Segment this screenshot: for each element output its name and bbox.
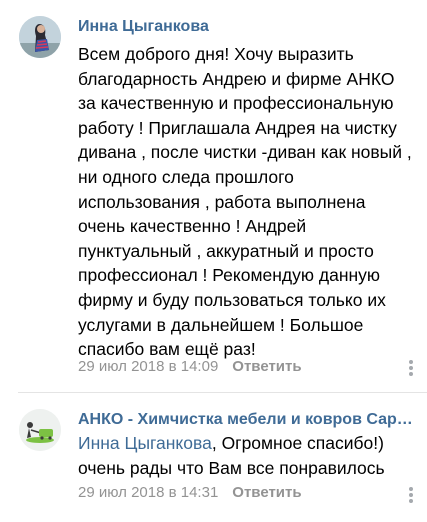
comment-meta: 29 июл 2018 в 14:31 Ответить xyxy=(78,484,302,501)
reply-button[interactable]: Ответить xyxy=(232,484,301,501)
comment-author[interactable]: АНКО - Химчистка мебели и ковров Сар… xyxy=(78,411,414,429)
comment-date: 29 июл 2018 в 14:31 xyxy=(78,484,219,501)
more-options-icon[interactable] xyxy=(407,358,415,378)
comment-item: Инна Цыганкова Всем доброго дня! Хочу вы… xyxy=(0,0,427,392)
reply-button[interactable]: Ответить xyxy=(232,358,301,375)
avatar[interactable] xyxy=(19,409,61,451)
comment-author[interactable]: Инна Цыганкова xyxy=(78,18,209,36)
comment-text: Инна Цыганкова, Огромное спасибо!) очень… xyxy=(78,431,414,480)
more-options-icon[interactable] xyxy=(407,485,415,505)
company-logo-icon xyxy=(19,409,61,451)
comment-text: Всем доброго дня! Хочу выразить благодар… xyxy=(78,44,412,360)
user-photo-icon xyxy=(19,16,61,58)
comment-date: 29 июл 2018 в 14:09 xyxy=(78,358,219,375)
comment-divider xyxy=(18,392,427,393)
comment-item: АНКО - Химчистка мебели и ковров Сар… Ин… xyxy=(0,397,427,522)
reply-to-link[interactable]: Инна Цыганкова xyxy=(78,433,212,453)
avatar[interactable] xyxy=(19,16,61,58)
comment-meta: 29 июл 2018 в 14:09 Ответить xyxy=(78,358,302,375)
